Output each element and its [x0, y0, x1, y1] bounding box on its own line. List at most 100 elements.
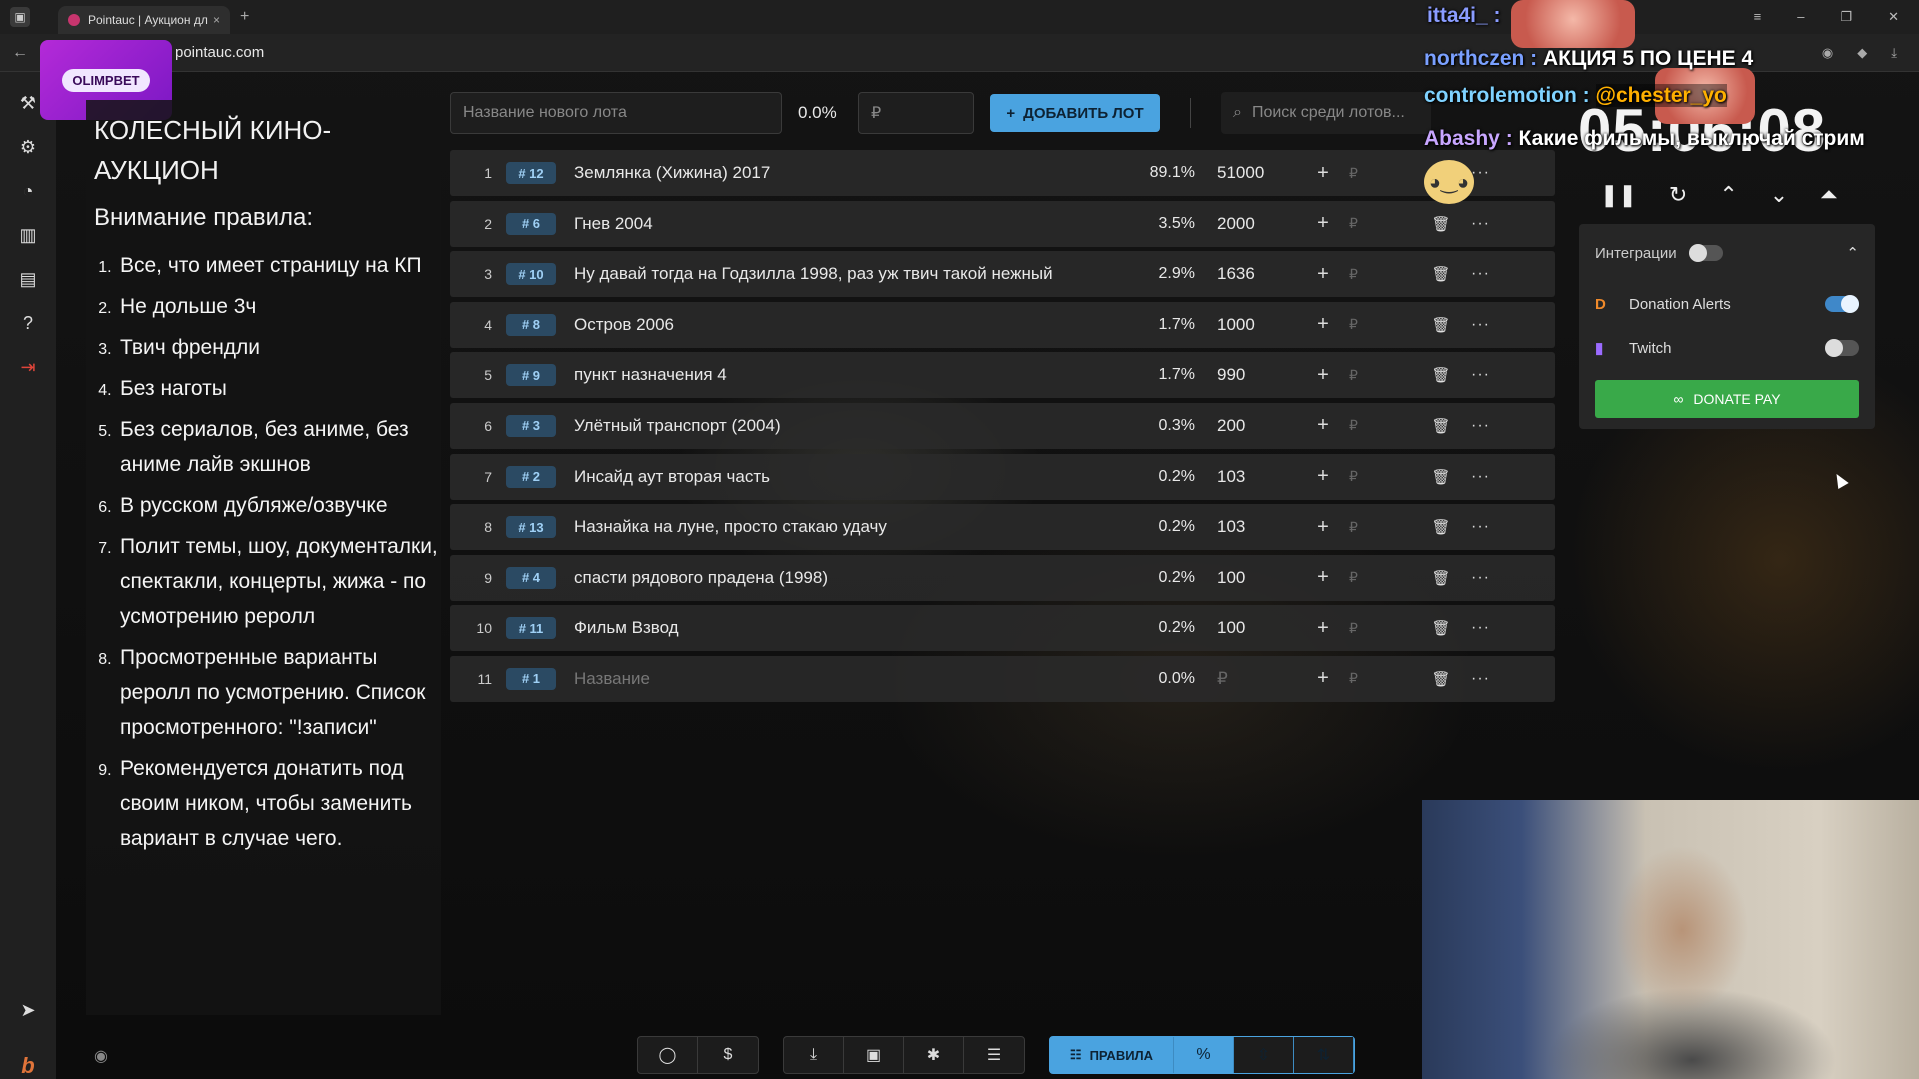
lot-row[interactable]: 6 # 3 Улётный транспорт (2004) 0.3% 200 … [450, 402, 1555, 449]
bar-chart-icon[interactable]: ▥ [15, 222, 41, 248]
lot-name[interactable]: Назнайка на луне, просто стакаю удачу [574, 517, 1129, 537]
add-amount-button[interactable]: + [1313, 667, 1333, 690]
more-options-icon[interactable]: ··· [1471, 265, 1495, 283]
extra-amount-input[interactable]: ₽ [1349, 316, 1369, 333]
bug-icon[interactable]: ✱ [904, 1037, 964, 1073]
extra-amount-input[interactable]: ₽ [1349, 468, 1369, 485]
gear-icon[interactable]: ⚙ [15, 134, 41, 160]
extra-amount-input[interactable]: ₽ [1349, 266, 1369, 283]
lot-amount[interactable]: 1636 [1217, 264, 1313, 284]
new-tab-button[interactable]: + [240, 8, 249, 26]
add-amount-button[interactable]: + [1313, 313, 1333, 336]
sort-icon[interactable]: ⇅ [1294, 1037, 1354, 1073]
gavel-icon[interactable]: ⚒ [15, 90, 41, 116]
compact-icon[interactable]: ⇳ [1234, 1037, 1294, 1073]
lot-amount[interactable]: 200 [1217, 416, 1313, 436]
extra-amount-input[interactable]: ₽ [1349, 165, 1369, 182]
clipboard-icon[interactable]: ▤ [15, 266, 41, 292]
chevron-up-icon[interactable]: ⌃ [1719, 182, 1737, 208]
more-options-icon[interactable]: ··· [1471, 215, 1495, 233]
extra-amount-input[interactable]: ₽ [1349, 620, 1369, 637]
add-amount-button[interactable]: + [1313, 566, 1333, 589]
workspace-icon[interactable]: ▣ [10, 7, 30, 27]
extra-amount-input[interactable]: ₽ [1349, 215, 1369, 232]
pause-icon[interactable]: ❚❚ [1600, 182, 1637, 208]
lot-search-input[interactable]: ⌕ Поиск среди лотов... [1221, 92, 1431, 134]
extra-amount-input[interactable]: ₽ [1349, 569, 1369, 586]
lot-row[interactable]: 3 # 10 Ну давай тогда на Годзилла 1998, … [450, 251, 1555, 298]
extra-amount-input[interactable]: ₽ [1349, 670, 1369, 687]
new-lot-amount-input[interactable]: ₽ [858, 92, 974, 134]
add-amount-button[interactable]: + [1313, 162, 1333, 185]
more-options-icon[interactable]: ··· [1471, 417, 1495, 435]
lot-amount[interactable]: 103 [1217, 467, 1313, 487]
more-options-icon[interactable]: ··· [1471, 468, 1495, 486]
back-arrow-icon[interactable]: ← [0, 44, 40, 62]
download-icon[interactable]: ⤓ [784, 1037, 844, 1073]
help-icon[interactable]: ? [15, 310, 41, 336]
new-lot-name-input[interactable]: Название нового лота [450, 92, 782, 134]
reset-icon[interactable]: ↻ [1669, 182, 1687, 208]
trash-icon[interactable]: 🗑 [1431, 518, 1451, 536]
lot-amount[interactable]: 51000 [1217, 163, 1313, 183]
lot-amount[interactable]: 100 [1217, 618, 1313, 638]
lot-name[interactable]: Улётный транспорт (2004) [574, 416, 1129, 436]
lot-name[interactable]: пункт назначения 4 [574, 365, 1129, 385]
logout-icon[interactable]: ⇥ [15, 354, 41, 380]
double-chevron-up-icon[interactable]: ⏶ [1820, 182, 1838, 208]
trash-icon[interactable]: 🗑 [1431, 316, 1451, 334]
visibility-eye-icon[interactable]: ◉ [94, 1046, 108, 1066]
lot-name[interactable]: Остров 2006 [574, 315, 1129, 335]
add-lot-button[interactable]: + ДОБАВИТЬ ЛОТ [990, 94, 1160, 132]
trash-icon[interactable]: 🗑 [1431, 215, 1451, 233]
add-amount-button[interactable]: + [1313, 364, 1333, 387]
extra-amount-input[interactable]: ₽ [1349, 367, 1369, 384]
lot-name[interactable]: Ну давай тогда на Годзилла 1998, раз уж … [574, 264, 1129, 284]
donate-pay-button[interactable]: ∞ DONATE PAY [1595, 380, 1859, 418]
telegram-icon[interactable]: ➤ [15, 997, 41, 1023]
lot-amount[interactable]: 990 [1217, 365, 1313, 385]
url-text[interactable]: pointauc.com [175, 44, 264, 61]
more-options-icon[interactable]: ··· [1471, 518, 1495, 536]
lot-name[interactable]: Землянка (Хижина) 2017 [574, 163, 1129, 183]
trash-icon[interactable]: 🗑 [1431, 417, 1451, 435]
lot-amount[interactable]: 103 [1217, 517, 1313, 537]
lot-row[interactable]: 1 # 12 Землянка (Хижина) 2017 89.1% 5100… [450, 150, 1555, 196]
lot-amount[interactable]: 100 [1217, 568, 1313, 588]
add-amount-button[interactable]: + [1313, 212, 1333, 235]
add-amount-button[interactable]: + [1313, 263, 1333, 286]
lot-name[interactable]: Фильм Взвод [574, 618, 1129, 638]
pie-chart-icon[interactable]: ◔ [15, 178, 41, 204]
more-options-icon[interactable]: ··· [1471, 569, 1495, 587]
extra-amount-input[interactable]: ₽ [1349, 417, 1369, 434]
lot-row[interactable]: 7 # 2 Инсайд аут вторая часть 0.2% 103 +… [450, 453, 1555, 500]
trash-icon[interactable]: 🗑 [1431, 366, 1451, 384]
lot-amount[interactable]: 1000 [1217, 315, 1313, 335]
save-icon[interactable]: ▣ [844, 1037, 904, 1073]
chevron-up-icon[interactable]: ⌃ [1846, 244, 1859, 262]
lot-row[interactable]: 11 # 1 Название 0.0% ₽ + ₽ 🗑 ··· [450, 655, 1555, 702]
lot-row[interactable]: 8 # 13 Назнайка на луне, просто стакаю у… [450, 504, 1555, 551]
add-amount-button[interactable]: + [1313, 617, 1333, 640]
lot-name[interactable]: Гнев 2004 [574, 214, 1129, 234]
lot-row[interactable]: 5 # 9 пункт назначения 4 1.7% 990 + ₽ 🗑 … [450, 352, 1555, 399]
clear-list-icon[interactable]: ☰ [964, 1037, 1024, 1073]
percent-toggle-button[interactable]: % [1174, 1037, 1234, 1073]
integrations-toggle[interactable] [1688, 244, 1723, 262]
add-amount-button[interactable]: + [1313, 516, 1333, 539]
lot-name[interactable]: спасти рядового прадена (1998) [574, 568, 1129, 588]
trash-icon[interactable]: 🗑 [1431, 569, 1451, 587]
donation-alerts-toggle[interactable] [1825, 295, 1859, 313]
more-options-icon[interactable]: ··· [1471, 619, 1495, 637]
more-options-icon[interactable]: ··· [1471, 366, 1495, 384]
more-options-icon[interactable]: ··· [1471, 316, 1495, 334]
lot-amount[interactable]: ₽ [1217, 669, 1313, 689]
trash-icon[interactable]: 🗑 [1431, 265, 1451, 283]
lot-row[interactable]: 2 # 6 Гнев 2004 3.5% 2000 + ₽ 🗑 ··· [450, 200, 1555, 247]
add-amount-button[interactable]: + [1313, 414, 1333, 437]
rules-toggle-button[interactable]: ☷ ПРАВИЛА [1050, 1037, 1174, 1073]
more-options-icon[interactable]: ··· [1471, 670, 1495, 688]
lot-row[interactable]: 10 # 11 Фильм Взвод 0.2% 100 + ₽ 🗑 ··· [450, 605, 1555, 652]
twitch-toggle[interactable] [1825, 339, 1859, 357]
extra-amount-input[interactable]: ₽ [1349, 519, 1369, 536]
